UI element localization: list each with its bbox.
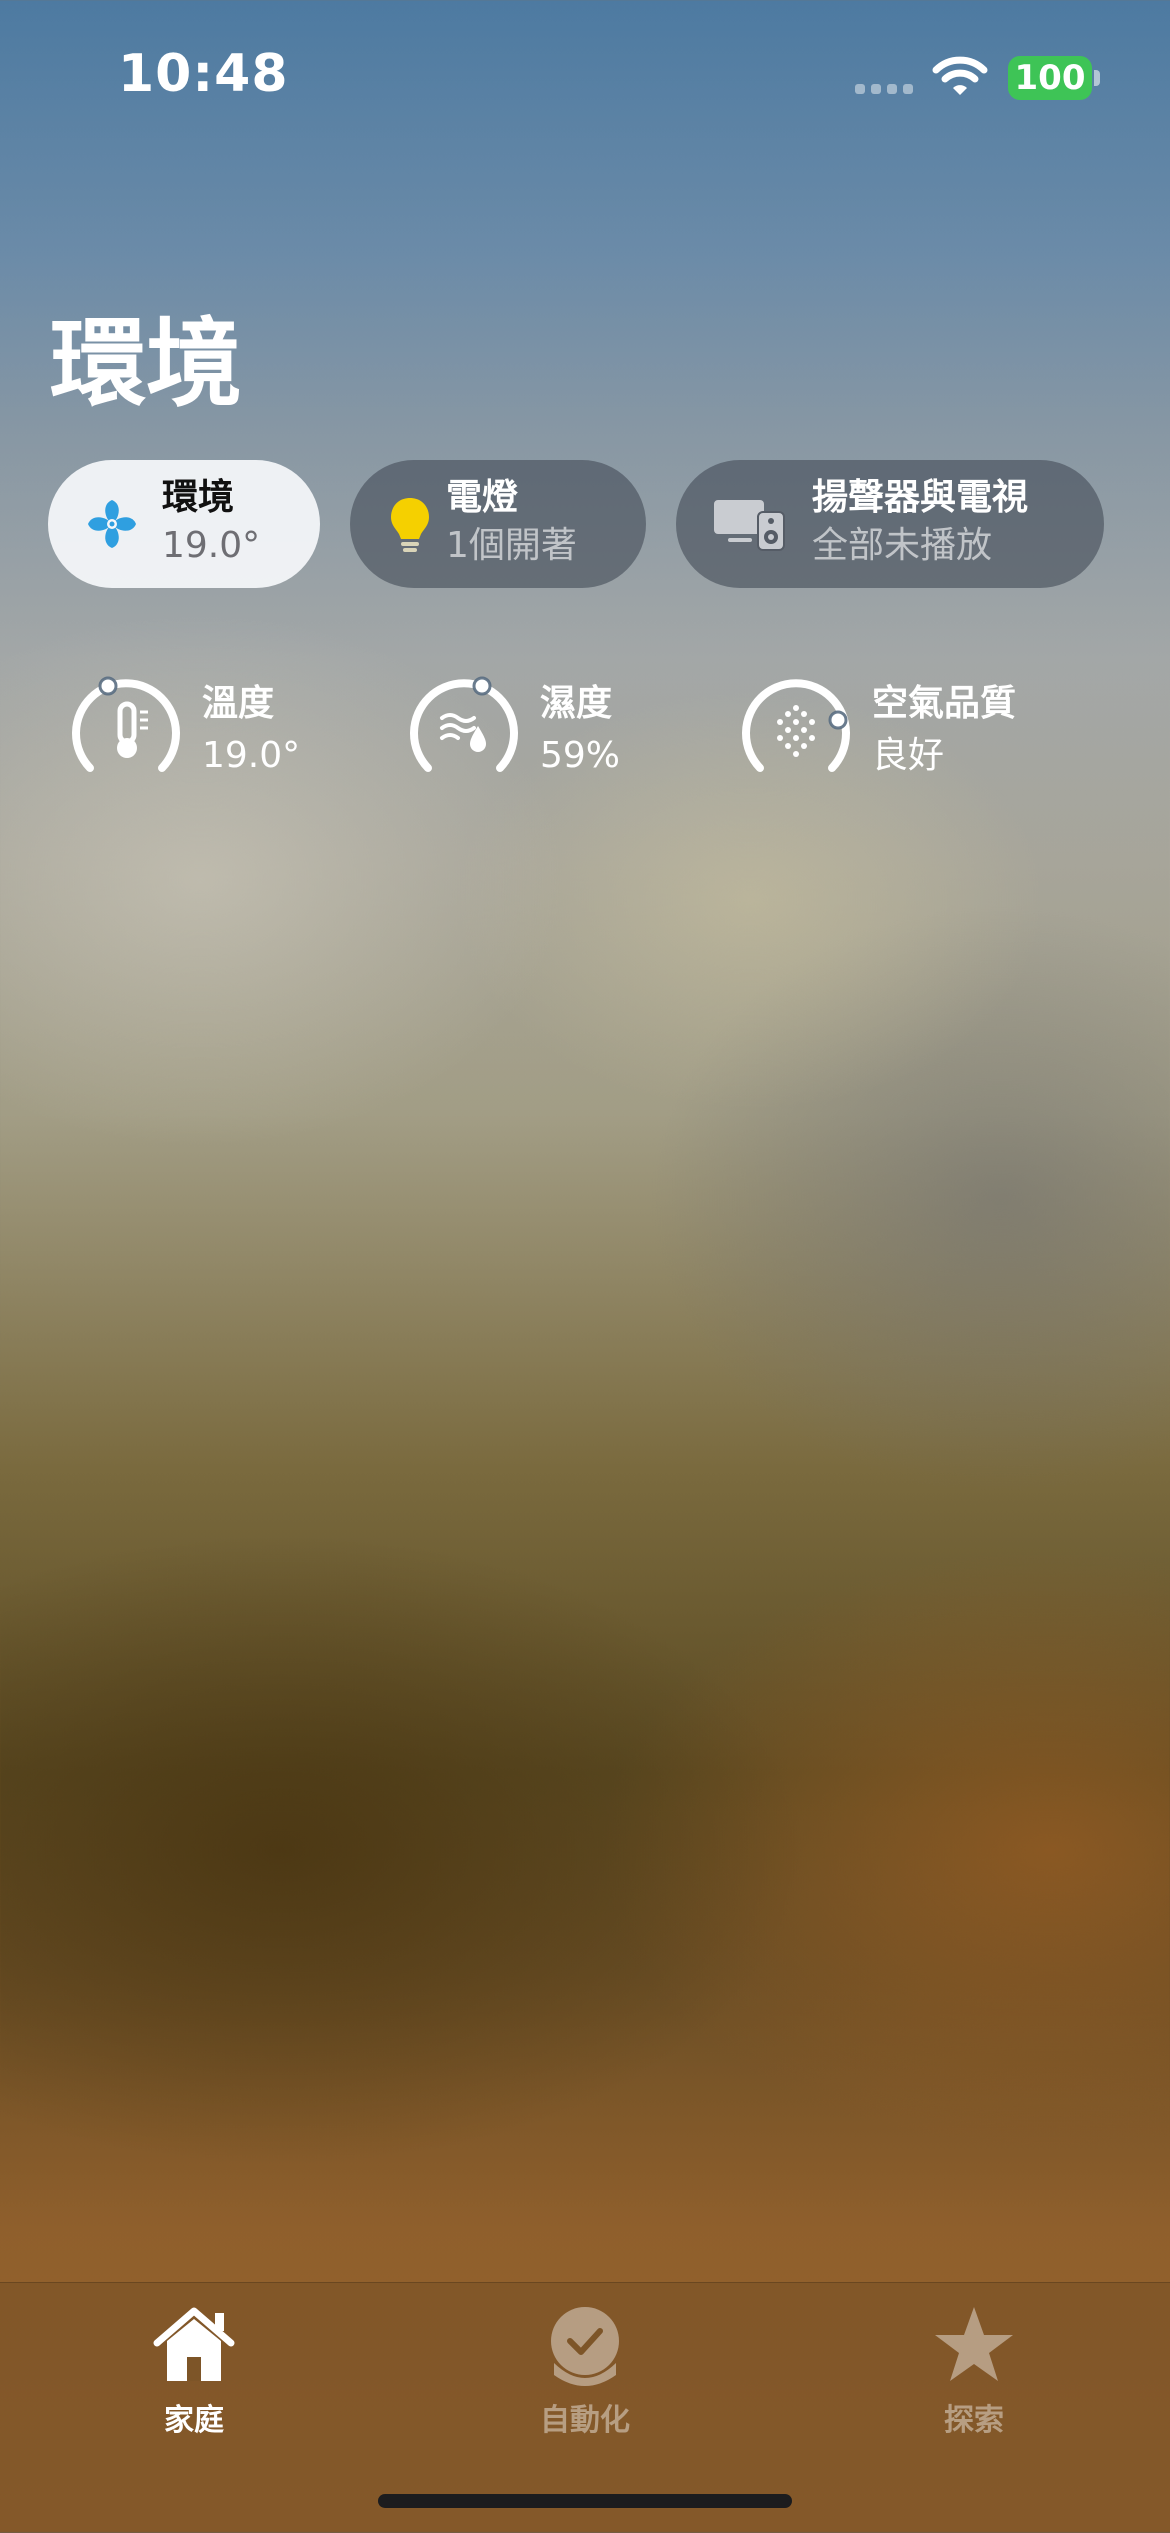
chip-climate[interactable]: 環境 19.0° bbox=[48, 460, 320, 588]
lightbulb-icon bbox=[391, 498, 429, 552]
speaker-tv-icon bbox=[714, 500, 785, 551]
temperature-gauge-icon bbox=[72, 676, 180, 772]
sensor-label: 空氣品質 bbox=[872, 683, 1017, 724]
chip-speakers-tv[interactable]: 揚聲器與電視 全部未播放 bbox=[676, 460, 1104, 588]
chip-title: 揚聲器與電視 bbox=[812, 477, 1029, 518]
page-title: 環境 bbox=[50, 308, 242, 420]
automation-icon bbox=[551, 2307, 619, 2386]
sensor-value: 59% bbox=[540, 735, 621, 776]
fan-icon bbox=[88, 500, 136, 548]
sensor-value: 良好 bbox=[872, 735, 945, 776]
status-bar: 10:48 100 bbox=[0, 0, 1170, 150]
chip-subtitle: 1個開著 bbox=[446, 525, 577, 566]
battery-icon: 100 bbox=[1008, 56, 1092, 100]
sensor-humidity[interactable]: 濕度 59% bbox=[406, 670, 666, 790]
chip-subtitle: 全部未播放 bbox=[812, 525, 993, 566]
air-quality-gauge-icon bbox=[742, 679, 850, 772]
chip-lights[interactable]: 電燈 1個開著 bbox=[350, 460, 646, 588]
sensor-air-quality[interactable]: 空氣品質 良好 bbox=[738, 670, 1058, 790]
tab-home[interactable]: 家庭 bbox=[74, 2303, 314, 2453]
sensor-label: 濕度 bbox=[540, 683, 613, 724]
chip-subtitle: 19.0° bbox=[162, 525, 261, 566]
humidity-gauge-icon bbox=[410, 676, 518, 772]
home-icon bbox=[153, 2307, 235, 2381]
home-indicator bbox=[378, 2494, 792, 2508]
chip-title: 電燈 bbox=[446, 477, 519, 518]
star-icon bbox=[935, 2307, 1013, 2381]
chip-title: 環境 bbox=[162, 477, 235, 518]
sensor-label: 溫度 bbox=[202, 683, 275, 724]
cellular-signal-icon bbox=[855, 84, 913, 94]
tab-label: 自動化 bbox=[540, 2403, 630, 2438]
tab-discover[interactable]: 探索 bbox=[854, 2303, 1094, 2453]
wifi-icon bbox=[932, 56, 988, 95]
sensor-temperature[interactable]: 溫度 19.0° bbox=[68, 670, 338, 790]
battery-nub bbox=[1094, 70, 1100, 86]
tab-label: 探索 bbox=[944, 2403, 1004, 2438]
tab-label: 家庭 bbox=[164, 2403, 224, 2438]
sensor-value: 19.0° bbox=[202, 735, 301, 776]
tab-automation[interactable]: 自動化 bbox=[465, 2303, 705, 2453]
status-time: 10:48 bbox=[118, 44, 289, 104]
